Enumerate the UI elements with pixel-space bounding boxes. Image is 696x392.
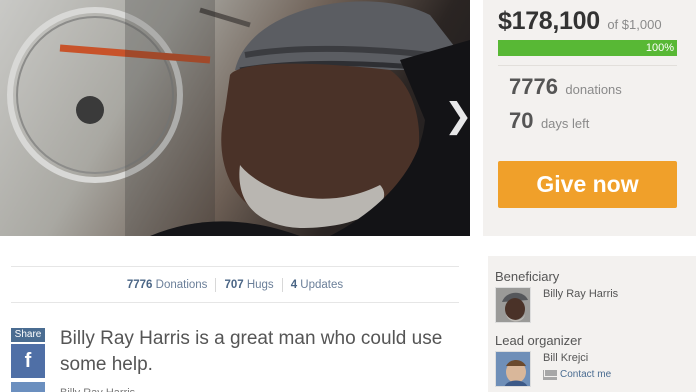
donations-stat: 7776 donations	[509, 74, 622, 103]
story-excerpt: Billy Ray Harris	[60, 386, 460, 392]
raised-amount: $178,100	[498, 7, 600, 35]
donations-label: donations	[565, 82, 622, 97]
stats-divider	[498, 65, 677, 66]
more-share-button[interactable]	[11, 382, 45, 392]
donations-tab-label: Donations	[155, 278, 208, 291]
beneficiary-name[interactable]: Billy Ray Harris	[543, 287, 618, 301]
days-left-count: 70	[509, 108, 534, 133]
mail-icon	[543, 369, 557, 380]
beneficiary-avatar[interactable]	[495, 287, 531, 323]
hugs-tab-label: Hugs	[246, 278, 274, 291]
beneficiary-heading: Beneficiary	[495, 269, 560, 284]
goal-amount: of $1,000	[607, 17, 662, 32]
updates-tab-count: 4	[290, 278, 298, 291]
campaign-photo: ❯	[0, 0, 470, 236]
progress-percent: 100%	[645, 42, 674, 54]
hugs-tab-count: 707	[224, 278, 244, 291]
funding-stats-panel: $178,100 of $1,000 100% 7776 donations 7…	[483, 0, 696, 236]
facebook-share-button[interactable]: f	[11, 344, 45, 378]
hugs-tab[interactable]: 707 Hugs	[216, 279, 281, 291]
progress-bar: 100%	[498, 40, 677, 56]
updates-tab-label: Updates	[300, 278, 344, 291]
donations-tab-count: 7776	[126, 278, 153, 291]
raised-summary: $178,100 of $1,000	[498, 6, 662, 40]
next-photo-icon[interactable]: ❯	[444, 96, 470, 136]
donations-count: 7776	[509, 74, 558, 99]
updates-tab[interactable]: 4 Updates	[283, 279, 351, 291]
organizer-heading: Lead organizer	[495, 333, 582, 348]
give-now-button[interactable]: Give now	[498, 161, 677, 208]
days-left-stat: 70 days left	[509, 108, 589, 137]
contact-label: Contact me	[560, 368, 612, 380]
share-label: Share	[11, 328, 45, 342]
organizer-name[interactable]: Bill Krejci	[543, 351, 588, 365]
people-panel: Beneficiary Billy Ray Harris Lead organi…	[488, 256, 696, 392]
organizer-avatar-image	[496, 352, 530, 386]
story-title: Billy Ray Harris is a great man who coul…	[60, 328, 443, 375]
campaign-photo-art	[7, 0, 470, 236]
campaign-counts-bar: 7776 Donations 707 Hugs 4 Updates	[11, 266, 459, 303]
days-left-label: days left	[540, 116, 590, 131]
donations-tab[interactable]: 7776 Donations	[119, 279, 216, 291]
contact-organizer-link[interactable]: Contact me	[543, 366, 611, 384]
organizer-avatar[interactable]	[495, 351, 531, 387]
facebook-icon: f	[24, 350, 32, 372]
beneficiary-avatar-image	[496, 288, 530, 322]
